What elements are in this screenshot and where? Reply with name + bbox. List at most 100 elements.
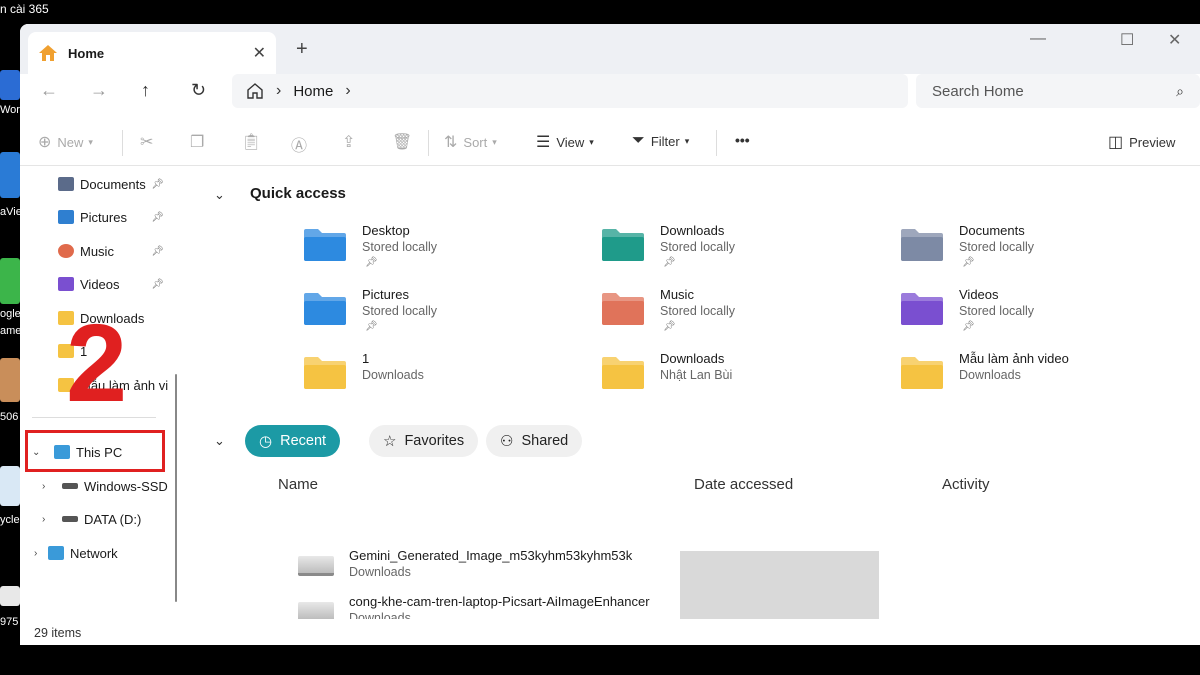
sort-button[interactable]: ⇅ Sort ▾ (444, 132, 497, 152)
chevron-down-icon: ▾ (684, 135, 690, 146)
tab-favorites-label: Favorites (404, 433, 465, 449)
file-location: Downloads (349, 565, 411, 579)
folder-icon (602, 229, 644, 261)
home-outline-icon[interactable] (246, 82, 264, 100)
collapse-quick-access-icon[interactable]: ⌄ (214, 187, 225, 203)
copy-button[interactable]: ❐ (190, 132, 210, 152)
sidebar-item-music[interactable]: Music 📌︎ (20, 237, 168, 265)
cut-button[interactable]: ✂ (140, 132, 159, 152)
home-icon (39, 45, 57, 61)
up-button[interactable]: ↑ (141, 80, 150, 101)
pin-icon: 📌︎ (151, 245, 164, 257)
star-icon: ☆ (383, 433, 397, 450)
quick-access-item[interactable]: Pictures Stored locally 📌︎ (302, 287, 582, 343)
sidebar-item-windows-ssd[interactable]: › Windows-SSD (20, 472, 168, 500)
desktop-label: aVie (0, 206, 20, 218)
quick-access-item[interactable]: Desktop Stored locally 📌︎ (302, 223, 582, 279)
paste-button[interactable]: 📋︎ (241, 132, 267, 152)
more-options-button[interactable]: ••• (735, 132, 750, 148)
chevron-right-icon: › (276, 82, 282, 99)
tab-recent-label: Recent (280, 433, 327, 449)
quick-access-item[interactable]: Videos Stored locally 📌︎ (899, 287, 1179, 343)
sidebar-item-data-d[interactable]: › DATA (D:) (20, 505, 168, 533)
quick-access-item[interactable]: 1 Downloads (302, 351, 582, 407)
share-icon: ⇪ (342, 134, 356, 151)
quick-access-item[interactable]: Documents Stored locally 📌︎ (899, 223, 1179, 279)
new-button[interactable]: ⊕ New ▾ (38, 132, 93, 152)
tab-home[interactable]: Home ✕ (28, 32, 276, 74)
trash-icon: 🗑︎ (392, 134, 413, 151)
quick-access-item[interactable]: Mẫu làm ảnh video Downloads (899, 351, 1179, 407)
view-button[interactable]: ☰ View ▾ (536, 132, 594, 152)
rename-button[interactable]: Ⓐ (291, 132, 313, 156)
search-input[interactable] (932, 82, 1152, 100)
pin-icon: 📌︎ (151, 211, 164, 223)
folder-icon (602, 293, 644, 325)
desktop-label: ogle (0, 308, 20, 320)
sidebar-item-network[interactable]: › Network (20, 539, 168, 567)
quick-access-item-name: Downloads (660, 223, 725, 238)
quick-access-item-location: Stored locally (959, 240, 1035, 254)
desktop-label: 506 (0, 411, 19, 423)
desktop-icon-game[interactable] (0, 258, 20, 304)
network-icon (48, 546, 64, 560)
maximize-button[interactable]: ☐ (1120, 30, 1134, 50)
desktop-icon-image[interactable] (0, 358, 20, 402)
forward-button[interactable]: → (90, 80, 108, 101)
quick-access-item-location: Stored locally (660, 304, 736, 318)
file-location: Downloads (349, 611, 411, 619)
quick-access-item[interactable]: Music Stored locally 📌︎ (600, 287, 880, 343)
column-header-date-accessed[interactable]: Date accessed (694, 476, 793, 493)
sidebar-item-videos[interactable]: Videos 📌︎ (20, 270, 168, 298)
chevron-right-icon[interactable]: › (42, 481, 56, 492)
search-box[interactable]: ⌕ (916, 74, 1200, 108)
close-tab-icon[interactable]: ✕ (253, 43, 266, 63)
tab-shared[interactable]: ⚇ Shared (486, 425, 583, 457)
new-tab-button[interactable]: + (296, 38, 308, 61)
column-header-activity[interactable]: Activity (942, 476, 990, 493)
collapse-recent-icon[interactable]: ⌄ (214, 433, 225, 449)
table-row[interactable]: cong-khe-cam-tren-laptop-Picsart-AiImage… (298, 594, 678, 619)
search-icon[interactable]: ⌕ (1176, 83, 1184, 100)
sidebar-item-documents[interactable]: Documents 📌︎ (20, 170, 168, 198)
pin-icon: 📌︎ (962, 257, 975, 268)
preview-button[interactable]: ◫ Preview (1108, 132, 1175, 152)
share-button[interactable]: ⇪ (342, 132, 361, 152)
chevron-right-icon[interactable]: › (345, 82, 350, 100)
desktop-icon-file[interactable] (0, 586, 20, 606)
videos-icon (58, 277, 74, 291)
people-icon: ⚇ (500, 433, 514, 450)
redacted-area (680, 551, 879, 619)
quick-access-item-location: Stored locally (362, 240, 438, 254)
breadcrumb-home[interactable]: Home (293, 83, 333, 100)
quick-access-item[interactable]: Downloads Stored locally 📌︎ (600, 223, 880, 279)
desktop-icon-monitor[interactable] (0, 152, 20, 198)
refresh-button[interactable]: ↻ (191, 80, 206, 101)
toolbar-divider (716, 130, 717, 156)
tab-recent[interactable]: ◷ Recent (245, 425, 341, 457)
filter-button[interactable]: ⏷ Filter ▾ (632, 132, 689, 150)
table-row[interactable]: Gemini_Generated_Image_m53kyhm53kyhm53k … (298, 548, 678, 588)
file-name: cong-khe-cam-tren-laptop-Picsart-AiImage… (349, 594, 650, 609)
close-window-button[interactable]: ✕ (1168, 30, 1181, 50)
filter-label: Filter (650, 133, 680, 149)
desktop-icon-word[interactable] (0, 70, 20, 100)
chevron-right-icon[interactable]: › (42, 514, 56, 525)
tab-favorites[interactable]: ☆ Favorites (369, 425, 479, 457)
file-thumbnail (298, 602, 334, 619)
content-pane: ⌄ Quick access Desktop Stored locally 📌︎ Do… (188, 167, 1200, 619)
plus-circle-icon: ⊕ (38, 134, 52, 151)
desktop-icon-recycle[interactable] (0, 466, 20, 506)
minimize-button[interactable]: — (1030, 30, 1046, 48)
address-bar[interactable]: › Home › (232, 74, 908, 108)
sidebar-item-pictures[interactable]: Pictures 📌︎ (20, 203, 168, 231)
scissors-icon: ✂ (140, 134, 154, 151)
quick-access-item-location: Stored locally (362, 304, 438, 318)
delete-button[interactable]: 🗑︎ (392, 132, 418, 152)
chevron-right-icon[interactable]: › (34, 548, 48, 559)
sidebar-scrollbar[interactable] (175, 374, 177, 602)
column-header-name[interactable]: Name (278, 476, 318, 493)
back-button[interactable]: ← (40, 80, 58, 101)
quick-access-item[interactable]: Downloads Nhật Lan Bùi (600, 351, 880, 407)
drive-icon (62, 516, 78, 522)
